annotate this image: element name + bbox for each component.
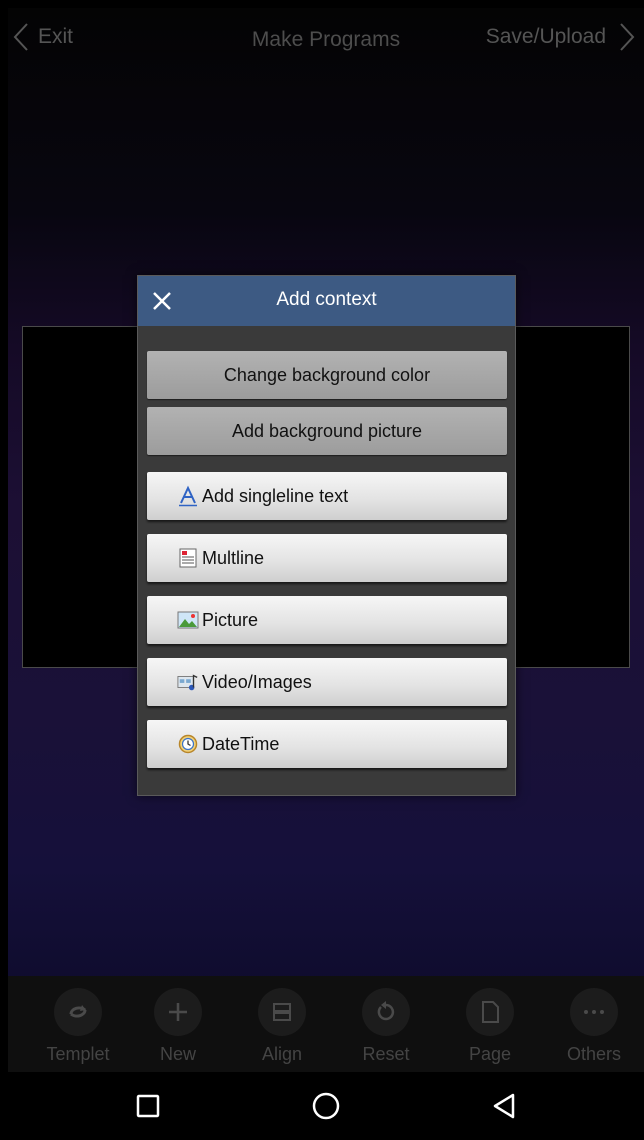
align-icon xyxy=(273,1003,291,1021)
top-bar: Exit Make Programs Save/Upload xyxy=(8,8,644,72)
toolbar-label: Templet xyxy=(46,1044,110,1064)
toolbar-label: Align xyxy=(261,1044,303,1064)
video-images-icon xyxy=(177,671,199,693)
chevron-right-icon xyxy=(620,23,635,51)
toolbar-reset[interactable]: Reset xyxy=(336,976,436,1072)
bottom-toolbar: Templet New Align Reset Page Others xyxy=(8,976,644,1072)
video-images-button[interactable]: Video/Images xyxy=(147,658,507,706)
datetime-button[interactable]: DateTime xyxy=(147,720,507,768)
back-button[interactable] xyxy=(484,1086,524,1126)
home-icon xyxy=(312,1092,340,1120)
home-button[interactable] xyxy=(306,1086,346,1126)
add-background-picture-button[interactable]: Add background picture xyxy=(147,407,507,455)
option-label: Add background picture xyxy=(231,420,423,441)
multline-button[interactable]: Multline xyxy=(147,534,507,582)
option-label: Add singleline text xyxy=(202,485,349,506)
recent-apps-button[interactable] xyxy=(128,1086,168,1126)
page-icon xyxy=(482,1001,499,1023)
plus-icon xyxy=(169,1003,187,1021)
clock-icon xyxy=(177,733,199,755)
reset-icon xyxy=(377,1001,395,1021)
toolbar-others[interactable]: Others xyxy=(544,976,644,1072)
picture-icon xyxy=(177,609,199,631)
toolbar-label: Reset xyxy=(362,1044,410,1064)
toolbar-align[interactable]: Align xyxy=(232,976,332,1072)
picture-button[interactable]: Picture xyxy=(147,596,507,644)
save-upload-button[interactable]: Save/Upload xyxy=(486,22,636,52)
change-background-color-button[interactable]: Change background color xyxy=(147,351,507,399)
add-context-dialog: Add context Change background color Add … xyxy=(137,275,516,796)
recent-apps-icon xyxy=(136,1094,160,1118)
option-label: DateTime xyxy=(202,733,280,754)
app-screen: Exit Make Programs Save/Upload Templet N… xyxy=(8,8,644,1140)
system-nav-bar xyxy=(8,1072,644,1140)
text-a-icon xyxy=(177,485,199,507)
toolbar-label: Page xyxy=(468,1044,512,1064)
add-singleline-text-button[interactable]: Add singleline text xyxy=(147,472,507,520)
more-icon xyxy=(584,1010,604,1014)
toolbar-templet[interactable]: Templet xyxy=(28,976,128,1072)
dialog-title: Add context xyxy=(276,289,377,310)
back-icon xyxy=(493,1093,515,1119)
toolbar-label: New xyxy=(159,1044,196,1064)
templet-refresh-icon xyxy=(69,1005,87,1018)
save-upload-label: Save/Upload xyxy=(485,25,606,48)
multiline-doc-icon xyxy=(177,547,199,569)
option-label: Video/Images xyxy=(202,671,312,692)
toolbar-label: Others xyxy=(566,1044,622,1064)
toolbar-new[interactable]: New xyxy=(128,976,228,1072)
option-label: Change background color xyxy=(223,364,431,385)
dialog-header: Add context xyxy=(138,276,515,326)
option-label: Picture xyxy=(202,609,259,630)
option-label: Multline xyxy=(202,547,265,568)
toolbar-page[interactable]: Page xyxy=(440,976,540,1072)
